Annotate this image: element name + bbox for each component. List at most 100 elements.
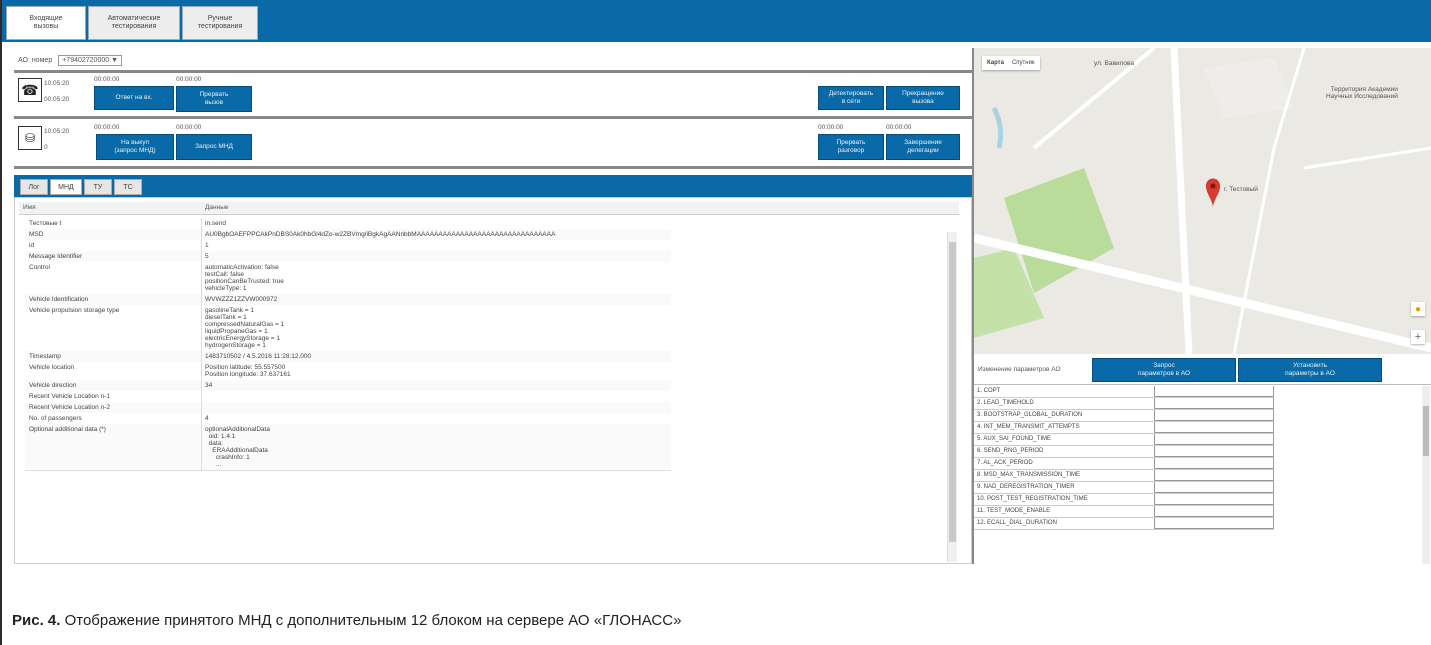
- row-key: id: [29, 242, 35, 249]
- stop-call-button[interactable]: Прекращение вызова: [886, 86, 960, 110]
- tab-manual-label: Ручные тестирования: [197, 15, 243, 30]
- params-header: Изменение параметров АО Запрос параметро…: [974, 354, 1431, 385]
- table-row[interactable]: Control automaticActivation: false testCa…: [25, 262, 671, 295]
- row-separator: [201, 218, 202, 229]
- map-label-street: ул. Вавилова: [1094, 60, 1135, 67]
- param-row: 12. ECALL_DIAL_DURATION: [974, 518, 1274, 530]
- tab-ts[interactable]: ТС: [114, 179, 142, 195]
- zoom-in-button[interactable]: +: [1411, 330, 1425, 344]
- param-name: 9. NAD_DEREGISTRATION_TIMER: [977, 484, 1075, 490]
- figure-caption: Рис. 4. Отображение принятого МНД с допо…: [12, 612, 681, 629]
- answer-call-button[interactable]: Ответ на вх.: [94, 86, 174, 110]
- param-value-input[interactable]: [1154, 470, 1274, 481]
- set-params-button[interactable]: Установить параметры в АО: [1238, 358, 1382, 382]
- param-name: 4. INT_MEM_TRANSMIT_ATTEMPTS: [977, 424, 1080, 430]
- param-value-input[interactable]: [1154, 458, 1274, 469]
- call2-timer-d: 00:00:00: [886, 124, 912, 131]
- tab-auto-tests[interactable]: Автоматические тестирования: [88, 6, 180, 40]
- ao-number-select[interactable]: +79402720000 ▼: [58, 54, 123, 66]
- param-value-input[interactable]: [1154, 422, 1274, 433]
- param-value-input[interactable]: [1154, 506, 1274, 517]
- param-row: 8. MSD_MAX_TRANSMISSION_TIME: [974, 470, 1274, 482]
- caption-label: Рис. 4.: [12, 612, 61, 629]
- interrupt-talk-button[interactable]: Прервать разговор: [818, 134, 884, 160]
- row-key: Message Identifier: [29, 253, 83, 260]
- modem-icon: ⛁: [18, 126, 42, 150]
- table-row[interactable]: Vehicle location Position latitude: 55.55…: [25, 362, 671, 381]
- table-row[interactable]: Optional additional data (*) optionalAddi…: [25, 424, 671, 471]
- param-row: 1. COPT: [974, 386, 1274, 398]
- row-key: Recent Vehicle Location n-2: [29, 404, 110, 411]
- tab-tu[interactable]: ТУ: [84, 179, 112, 195]
- row-value: automaticActivation: false testCall: fal…: [205, 264, 284, 292]
- ao-number-row: АО: номер +79402720000 ▼: [14, 50, 972, 73]
- request-params-button[interactable]: Запрос параметров в АО: [1092, 358, 1236, 382]
- request-msd-redeem-button[interactable]: На выкуп (запрос МНД): [96, 134, 174, 160]
- msd-table: Имя Данные Тестовые t in.send MSD AU0BgbOAE…: [14, 197, 972, 564]
- request-msd-button[interactable]: Запрос МНД: [176, 134, 252, 160]
- row-value: optionalAdditionalData oid: 1.4.1 data: …: [205, 426, 271, 468]
- param-name: 10. POST_TEST_REGISTRATION_TIME: [977, 496, 1088, 502]
- table-row[interactable]: Vehicle propulsion storage type gasolineT…: [25, 305, 671, 352]
- param-name: 12. ECALL_DIAL_DURATION: [977, 520, 1057, 526]
- param-value-input[interactable]: [1154, 434, 1274, 445]
- row-separator: [201, 240, 202, 251]
- param-name: 2. LEAD_TIMEHOLD: [977, 400, 1034, 406]
- params-panel: Изменение параметров АО Запрос параметро…: [974, 354, 1431, 564]
- map-view[interactable]: Карта Спутник ул. Вавилова Территория Ак…: [974, 48, 1431, 354]
- param-name: 1. COPT: [977, 388, 1001, 394]
- row-value: in.send: [205, 220, 226, 227]
- detect-network-button[interactable]: Детектировать в сети: [818, 86, 884, 110]
- detail-tabs-bar: Лог МНД ТУ ТС: [14, 175, 972, 197]
- param-name: 5. AUX_SAI_FOUND_TIME: [977, 436, 1052, 442]
- map-type-map[interactable]: Карта: [987, 60, 1004, 66]
- map-marker-label: г. Тестовый: [1224, 186, 1258, 193]
- call2-timer-a: 00:00:00: [94, 124, 120, 131]
- param-value-input[interactable]: [1154, 446, 1274, 457]
- call-row-data: ⛁ 10:05:20 0 00:00:00 00:00:00 00:00:00 …: [14, 120, 972, 169]
- call-row-voice: ☎ 10:05:20 00:05:20 00:00:00 00:00:00 От…: [14, 72, 972, 119]
- row-value: 1: [205, 242, 209, 249]
- params-scroll-thumb[interactable]: [1423, 406, 1429, 456]
- param-value-input[interactable]: [1154, 386, 1274, 397]
- row-value: 34: [205, 382, 213, 389]
- end-call-button[interactable]: Прервать вызов: [176, 86, 252, 112]
- row-key: Recent Vehicle Location n-1: [29, 393, 110, 400]
- ao-number-label: АО: номер: [18, 56, 53, 64]
- row-value: 1483710502 / 4.5.2016 11:28:12.000: [205, 353, 312, 360]
- row-separator: [201, 305, 202, 351]
- param-value-input[interactable]: [1154, 518, 1274, 529]
- param-value-input[interactable]: [1154, 398, 1274, 409]
- tab-msd[interactable]: МНД: [50, 179, 82, 195]
- end-delegation-button[interactable]: Завершение делегации: [886, 134, 960, 160]
- row-separator: [201, 402, 202, 413]
- row-value: Position latitude: 55.557500 Position lo…: [205, 364, 291, 378]
- row-separator: [201, 229, 202, 240]
- table-scrollbar[interactable]: [947, 232, 957, 562]
- row-value: 4: [205, 415, 209, 422]
- street-view-icon[interactable]: ●: [1411, 302, 1425, 316]
- map-type-satellite[interactable]: Спутник: [1012, 60, 1035, 66]
- call2-sub: 0: [44, 144, 48, 151]
- col-name-header: Имя: [23, 204, 36, 211]
- param-value-input[interactable]: [1154, 482, 1274, 493]
- call2-timer-c: 00:00:00: [818, 124, 844, 131]
- tab-manual-tests[interactable]: Ручные тестирования: [182, 6, 258, 40]
- table-scroll-thumb[interactable]: [949, 242, 956, 542]
- top-tab-bar: Входящие вызовы Автоматические тестирова…: [2, 0, 1431, 42]
- param-value-input[interactable]: [1154, 494, 1274, 505]
- params-scrollbar[interactable]: [1422, 386, 1430, 564]
- tab-log[interactable]: Лог: [20, 179, 48, 195]
- call1-timer-b: 00:00:00: [176, 76, 202, 83]
- phone-icon: ☎: [18, 78, 42, 102]
- row-separator: [201, 351, 202, 362]
- caption-text: Отображение принятого МНД с дополнительн…: [60, 612, 682, 629]
- param-name: 11. TEST_MODE_ENABLE: [977, 508, 1051, 514]
- map-type-toggle[interactable]: Карта Спутник: [982, 56, 1040, 70]
- param-value-input[interactable]: [1154, 410, 1274, 421]
- param-name: 6. SEND_RNG_PERIOD: [977, 448, 1044, 454]
- call1-timer-a: 00:00:00: [94, 76, 120, 83]
- row-separator: [201, 262, 202, 294]
- row-key: Тестовые t: [29, 220, 62, 227]
- tab-incoming-calls[interactable]: Входящие вызовы: [6, 6, 86, 40]
